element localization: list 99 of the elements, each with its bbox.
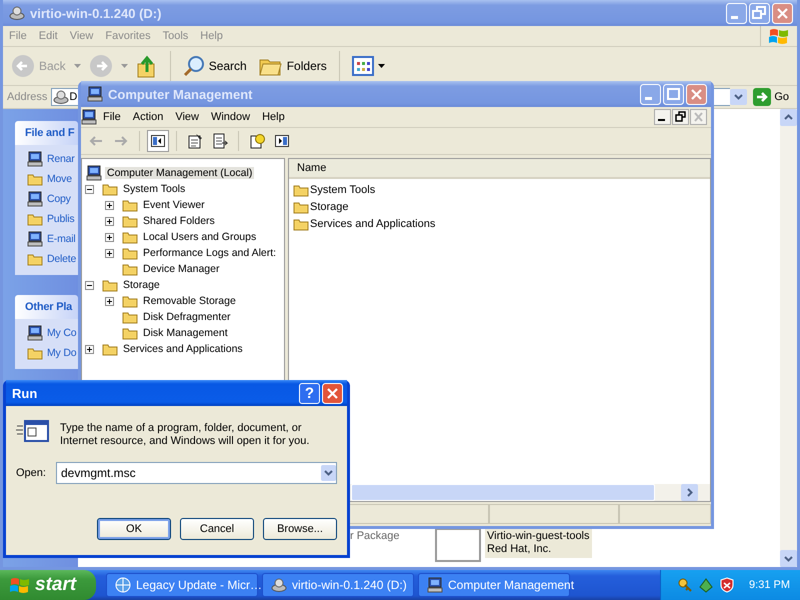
back-icon bbox=[11, 54, 35, 78]
window-title: Computer Management bbox=[108, 86, 254, 102]
dialog-button[interactable]: Cancel bbox=[180, 518, 254, 540]
tree-item[interactable]: Event Viewer bbox=[141, 199, 207, 211]
task-link[interactable]: My Do bbox=[27, 345, 78, 361]
scroll-right-button[interactable] bbox=[681, 484, 698, 501]
list-item[interactable]: Services and Applications bbox=[310, 218, 436, 230]
menu-item[interactable]: Help bbox=[256, 111, 291, 123]
task-link[interactable]: Renar bbox=[27, 151, 78, 167]
menu-item[interactable]: File bbox=[97, 111, 127, 123]
tree-item[interactable]: System Tools bbox=[121, 183, 188, 195]
computer-icon bbox=[27, 231, 43, 247]
tree-toggle-button[interactable] bbox=[147, 130, 169, 152]
taskbar-button[interactable]: Legacy Update - Micr… bbox=[106, 573, 258, 597]
dialog-button[interactable]: Browse... bbox=[263, 518, 337, 540]
task-link[interactable]: My Co bbox=[27, 325, 78, 341]
file-type: r Package bbox=[350, 530, 400, 542]
window-title: virtio-win-0.1.240 (D:) bbox=[30, 6, 162, 20]
globe-icon bbox=[115, 577, 131, 593]
task-pane-header[interactable]: File and F bbox=[15, 121, 78, 145]
help-icon bbox=[249, 133, 265, 149]
pane-icon bbox=[275, 135, 289, 147]
file-details[interactable]: Virtio-win-guest-tools Red Hat, Inc. bbox=[485, 528, 592, 558]
scroll-down-button[interactable] bbox=[780, 550, 797, 567]
tree-item[interactable]: Performance Logs and Alert: bbox=[141, 247, 278, 259]
properties-icon bbox=[187, 133, 203, 149]
taskbar-button[interactable]: virtio-win-0.1.240 (D:) bbox=[262, 573, 414, 597]
tree-item[interactable]: Services and Applications bbox=[121, 343, 245, 355]
tree-item[interactable]: Disk Management bbox=[141, 327, 230, 339]
shield-icon bbox=[719, 577, 735, 593]
caret-icon bbox=[74, 64, 81, 68]
computer-icon bbox=[86, 165, 102, 181]
forward-icon bbox=[88, 54, 113, 78]
scroll-up-button[interactable] bbox=[780, 109, 797, 126]
key-icon bbox=[677, 577, 693, 593]
minus-box-icon[interactable] bbox=[85, 280, 94, 290]
flag-icon bbox=[8, 575, 30, 595]
window-title: Run bbox=[12, 386, 38, 400]
computer-icon bbox=[87, 86, 103, 102]
document-icon bbox=[212, 133, 228, 149]
back-arrow-icon bbox=[89, 136, 103, 146]
dropdown-button[interactable] bbox=[730, 89, 748, 105]
pane-icon bbox=[151, 135, 165, 147]
address-field[interactable]: D bbox=[51, 88, 80, 106]
search-icon bbox=[182, 55, 205, 77]
task-link[interactable]: Move bbox=[27, 171, 78, 187]
computer-icon bbox=[27, 325, 43, 341]
list-item[interactable]: Storage bbox=[310, 200, 349, 212]
scrollbar-thumb[interactable] bbox=[351, 484, 655, 501]
start-button[interactable]: start bbox=[0, 570, 96, 600]
tree-item[interactable]: Removable Storage bbox=[141, 295, 238, 307]
flag-icon bbox=[767, 26, 791, 46]
caret-icon bbox=[378, 64, 385, 68]
task-link[interactable]: Copy bbox=[27, 191, 78, 207]
menu-item[interactable]: Window bbox=[204, 111, 256, 123]
menu-item[interactable]: Action bbox=[126, 111, 170, 123]
address-label: Address bbox=[7, 91, 48, 103]
task-pane-header[interactable]: Other Pla bbox=[15, 295, 78, 319]
minus-box-icon[interactable] bbox=[85, 184, 94, 194]
restore-button[interactable] bbox=[672, 109, 689, 125]
field-background bbox=[714, 88, 730, 106]
plus-box-icon[interactable] bbox=[105, 232, 114, 242]
column-header[interactable]: Name bbox=[297, 162, 326, 174]
views-icon bbox=[352, 56, 374, 76]
tree-item[interactable]: Computer Management (Local) bbox=[105, 167, 254, 179]
plus-box-icon[interactable] bbox=[105, 248, 114, 258]
tree-item[interactable]: Shared Folders bbox=[141, 215, 217, 227]
tree-item[interactable]: Disk Defragmenter bbox=[141, 311, 233, 323]
search-button[interactable]: Search bbox=[178, 51, 251, 81]
open-combo-box[interactable]: devmgmt.msc bbox=[56, 462, 337, 484]
folders-button[interactable]: Folders bbox=[254, 51, 331, 81]
file-icon[interactable] bbox=[435, 528, 481, 562]
tree-item[interactable]: Storage bbox=[121, 279, 162, 291]
plus-box-icon[interactable] bbox=[105, 296, 114, 306]
forward-arrow-icon bbox=[114, 136, 128, 146]
plus-box-icon[interactable] bbox=[105, 216, 114, 226]
run-icon bbox=[16, 418, 50, 444]
computer-icon bbox=[27, 191, 43, 207]
plus-box-icon[interactable] bbox=[85, 344, 94, 354]
task-link[interactable]: E-mail bbox=[27, 231, 78, 247]
task-link[interactable]: Publis bbox=[27, 211, 78, 227]
open-label: Open: bbox=[16, 467, 46, 479]
computer-icon bbox=[27, 151, 43, 167]
run-prompt: Type the name of a program, folder, document, or Internet resource, and Windows will open it for you. bbox=[60, 421, 310, 448]
dropdown-button[interactable] bbox=[321, 465, 336, 481]
dialog-button[interactable]: OK bbox=[97, 518, 171, 540]
tree-item[interactable]: Device Manager bbox=[141, 263, 222, 275]
tree-item[interactable]: Local Users and Groups bbox=[141, 231, 258, 243]
computer-icon bbox=[81, 109, 97, 125]
minimize-button[interactable] bbox=[654, 109, 671, 125]
clock: 9:31 PM bbox=[749, 579, 791, 591]
plus-box-icon[interactable] bbox=[105, 200, 114, 210]
menu-item[interactable]: View bbox=[169, 111, 205, 123]
help-button[interactable]: ? bbox=[299, 382, 320, 404]
task-link[interactable]: Delete bbox=[27, 251, 78, 267]
computer-icon bbox=[427, 577, 443, 593]
go-button[interactable]: Go bbox=[751, 88, 795, 106]
list-item[interactable]: System Tools bbox=[310, 184, 376, 196]
caret-icon bbox=[120, 64, 128, 68]
